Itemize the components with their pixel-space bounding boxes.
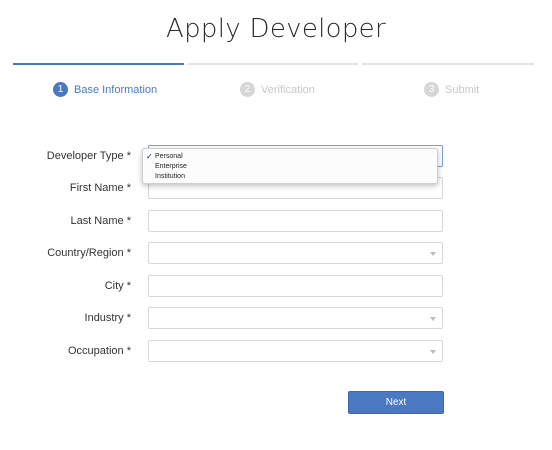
city-row: City * xyxy=(0,275,552,299)
country-region-select[interactable] xyxy=(148,242,443,264)
step-progress-1 xyxy=(13,63,184,65)
next-button[interactable]: Next xyxy=(348,391,444,414)
city-label: City * xyxy=(104,280,131,292)
step-number: 3 xyxy=(424,82,439,97)
last-name-label: Last Name * xyxy=(70,215,131,227)
step-number: 1 xyxy=(53,82,68,97)
occupation-label: Occupation * xyxy=(68,345,131,357)
first-name-label: First Name * xyxy=(69,182,131,194)
step-label: Verification xyxy=(261,83,315,96)
step-label: Base Information xyxy=(74,83,158,96)
developer-type-dropdown: ✓ Personal Enterprise Institution xyxy=(142,148,438,184)
industry-row: Industry * xyxy=(0,307,552,331)
last-name-row: Last Name * xyxy=(0,210,552,234)
dropdown-option-institution[interactable]: Institution xyxy=(143,172,437,182)
dropdown-option-enterprise[interactable]: Enterprise xyxy=(143,162,437,172)
step-number: 2 xyxy=(240,82,255,97)
country-region-row: Country/Region * xyxy=(0,242,552,266)
step-label: Submit xyxy=(445,83,480,96)
page-title: Apply Developer xyxy=(166,14,386,44)
last-name-input[interactable] xyxy=(148,210,443,232)
step-submit: 3 Submit xyxy=(424,82,479,97)
check-icon: ✓ xyxy=(146,152,153,161)
occupation-row: Occupation * xyxy=(0,340,552,364)
industry-select[interactable] xyxy=(148,307,443,329)
step-verification: 2 Verification xyxy=(240,82,315,97)
city-input[interactable] xyxy=(148,275,443,297)
occupation-select[interactable] xyxy=(148,340,443,362)
step-progress-3 xyxy=(362,63,534,65)
developer-type-label: Developer Type * xyxy=(46,150,131,162)
step-base-information: 1 Base Information xyxy=(53,82,157,97)
country-region-label: Country/Region * xyxy=(47,247,131,259)
step-progress-2 xyxy=(188,63,358,65)
dropdown-option-personal[interactable]: ✓ Personal xyxy=(143,152,437,162)
industry-label: Industry * xyxy=(84,312,131,324)
